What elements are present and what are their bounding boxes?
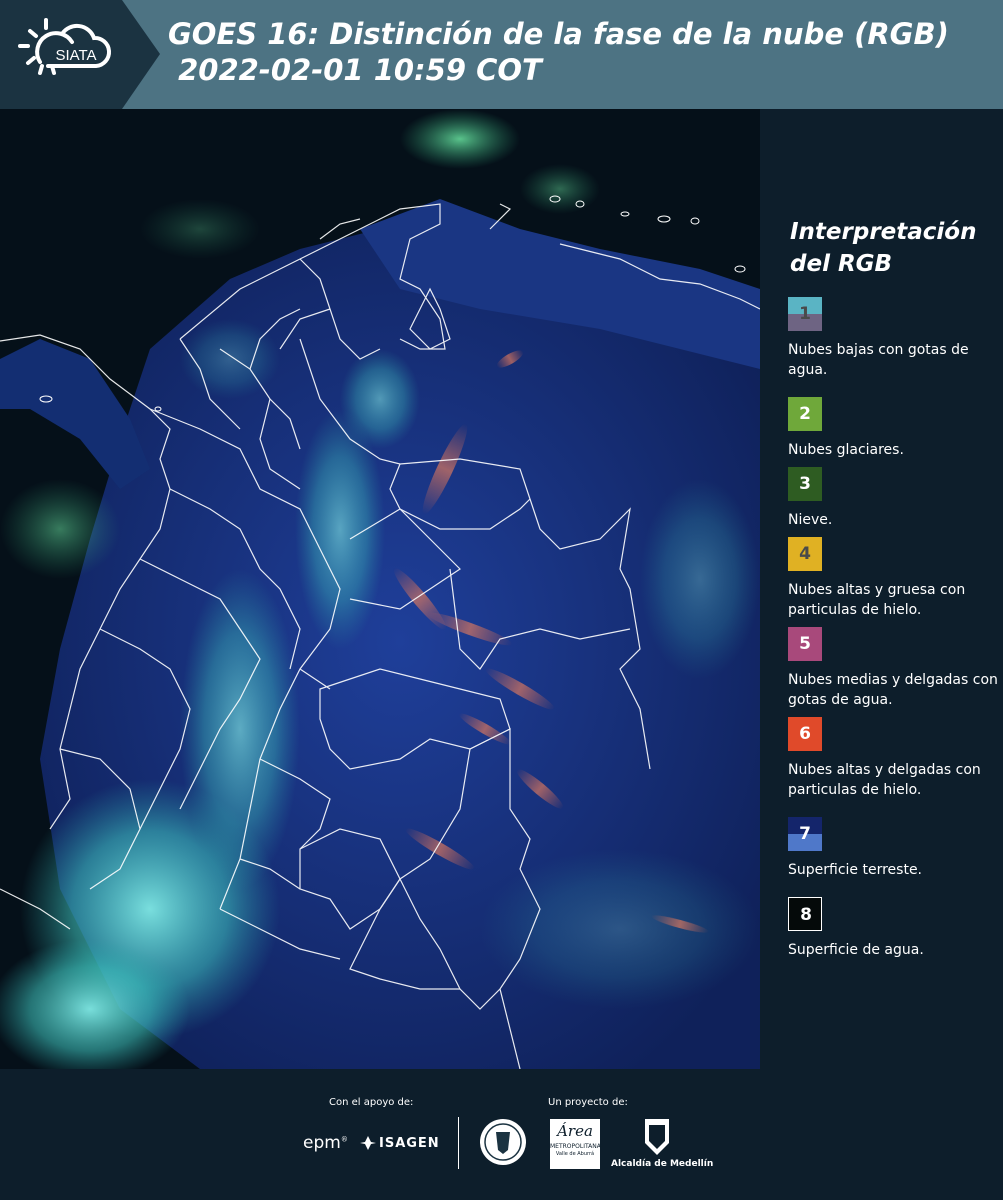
seal-logo: [480, 1119, 526, 1165]
alcaldia-text: Alcaldía de Medellín: [611, 1159, 714, 1169]
legend-item-6: 6 Nubes altas y delgadas con particulas d…: [788, 717, 998, 800]
legend-swatch: 3: [788, 467, 822, 501]
legend-item-3: 3 Nieve.: [788, 467, 998, 530]
siata-logo-text: SIATA: [55, 47, 96, 64]
legend-item-4: 4 Nubes altas y gruesa con particulas de …: [788, 537, 998, 620]
siata-logo: SIATA: [18, 18, 112, 75]
footer-divider: [458, 1117, 459, 1169]
isagen-logo: ISAGEN: [359, 1135, 440, 1151]
legend-number: 8: [800, 905, 812, 925]
legend-label: Nubes glaciares.: [788, 442, 904, 458]
page-title: GOES 16: Distinción de la fase de la nub…: [168, 16, 949, 88]
area-logo-sub: METROPOLITANA: [550, 1143, 601, 1150]
logo-panel: SIATA: [0, 0, 160, 109]
legend-label: Nubes altas y delgadas con particulas de…: [788, 762, 981, 798]
title-line-2: 2022-02-01 10:59 COT: [168, 53, 542, 87]
legend-number: 6: [799, 724, 811, 744]
epm-logo-text: epm: [303, 1133, 341, 1153]
legend-label: Nubes bajas con gotas de agua.: [788, 342, 969, 378]
legend-swatch: 7: [788, 817, 822, 851]
satellite-image: [0, 109, 760, 1069]
legend-label: Superficie terreste.: [788, 862, 923, 878]
area-metropolitana-logo: Área METROPOLITANA Valle de Aburrá: [550, 1119, 601, 1169]
support-label: Con el apoyo de:: [329, 1097, 414, 1108]
legend-title: Interpretación del RGB: [790, 219, 977, 277]
legend-item-5: 5 Nubes medias y delgadas con gotas de ag…: [788, 627, 998, 710]
legend-number: 2: [799, 404, 811, 424]
epm-logo: epm®: [303, 1133, 348, 1153]
project-label: Un proyecto de:: [548, 1097, 628, 1108]
legend-number: 3: [799, 474, 811, 494]
isagen-logo-text: ISAGEN: [379, 1135, 440, 1151]
legend-swatch: 4: [788, 537, 822, 571]
legend-swatch: 1: [788, 297, 822, 331]
area-logo-sub2: Valle de Aburrá: [555, 1151, 595, 1157]
isagen-icon: [360, 1136, 376, 1150]
legend-item-8: 8 Superficie de agua.: [788, 897, 998, 960]
footer: Con el apoyo de: Un proyecto de: epm® IS…: [0, 1069, 1003, 1200]
alcaldia-shield-icon: [645, 1119, 669, 1155]
legend-label: Nubes altas y gruesa con particulas de h…: [788, 582, 966, 618]
satellite-map: [0, 109, 760, 1069]
header: SIATA GOES 16: Distinción de la fase de …: [0, 0, 1003, 109]
legend-item-7: 7 Superficie terreste.: [788, 817, 998, 880]
legend-swatch: 5: [788, 627, 822, 661]
legend-item-1: 1 Nubes bajas con gotas de agua.: [788, 297, 998, 380]
area-logo-name: Área: [557, 1122, 593, 1140]
legend-item-2: 2 Nubes glaciares.: [788, 397, 998, 460]
legend-label: Superficie de agua.: [788, 942, 924, 958]
legend-panel: Interpretación del RGB 1 Nubes bajas con …: [760, 109, 1003, 1069]
legend-swatch: 6: [788, 717, 822, 751]
legend-number: 1: [799, 304, 811, 324]
legend-label: Nieve.: [788, 512, 833, 528]
legend-number: 7: [799, 824, 811, 844]
legend-number: 5: [799, 634, 811, 654]
legend-swatch: 2: [788, 397, 822, 431]
title-line-1: GOES 16: Distinción de la fase de la nub…: [168, 17, 949, 51]
legend-swatch: 8: [788, 897, 822, 931]
legend-label: Nubes medias y delgadas con gotas de agu…: [788, 672, 998, 708]
legend-number: 4: [799, 544, 811, 564]
